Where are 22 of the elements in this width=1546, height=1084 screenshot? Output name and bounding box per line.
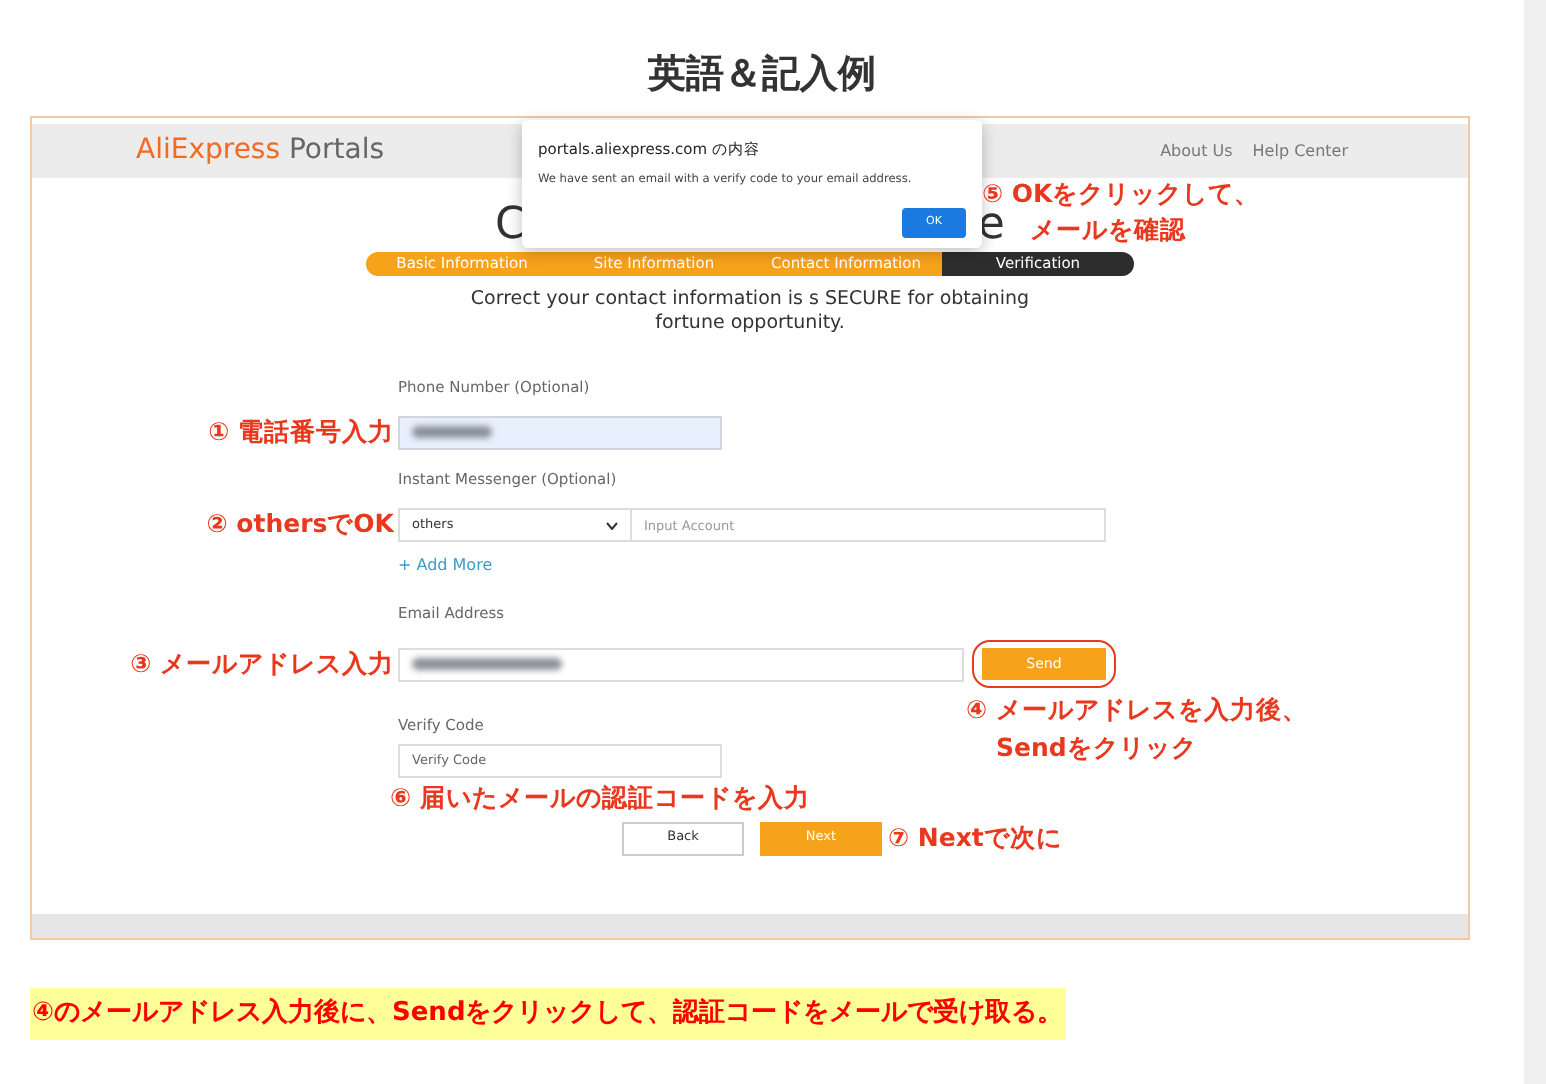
intro-text: fortune opportunity. xyxy=(655,312,845,336)
annotation: ③ メールアドレス入力 xyxy=(130,645,394,682)
email-field[interactable] xyxy=(398,647,964,681)
header-link[interactable]: About Us xyxy=(1160,139,1233,163)
blurred-value xyxy=(412,426,492,438)
annotation: メールを確認 xyxy=(1030,212,1186,248)
annotation: Sendをクリック xyxy=(994,730,1199,766)
annotation: ⑥ 届いたメールの認証コードを入力 xyxy=(390,779,810,816)
caption: ④のメールアドレス入力後に、Sendをクリックして、認証コードをメールで受け取る。 xyxy=(30,988,1066,1039)
annotation: ⑦ Nextで次に xyxy=(888,819,1062,856)
page-heading: 英語＆記入例 xyxy=(648,49,876,100)
add-more-link[interactable]: + Add More xyxy=(398,554,493,578)
intro-text: Correct your contact information is s SECURE for obtaining xyxy=(470,288,1030,312)
chevron-down-icon xyxy=(606,521,618,529)
annotation: ② othersでOK xyxy=(206,506,394,543)
phone-field[interactable] xyxy=(398,415,722,449)
annotation: ① 電話番号入力 xyxy=(208,413,394,450)
site-logo[interactable]: AliExpress Portals xyxy=(136,130,385,172)
annotation: ⑤ OKをクリックして、 xyxy=(982,176,1261,212)
annotation: ④ メールアドレスを入力後、 xyxy=(966,692,1308,728)
page-title-fragment: C xyxy=(495,204,526,248)
header-link[interactable]: Help Center xyxy=(1252,139,1348,163)
